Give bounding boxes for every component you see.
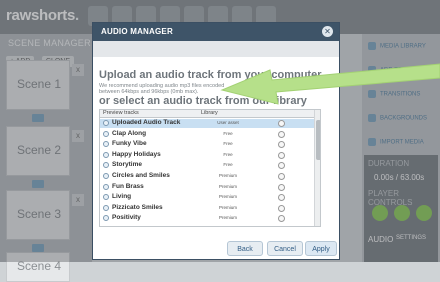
track-library: Free [223, 141, 233, 147]
track-library: Premium [218, 183, 237, 189]
track-radio[interactable] [103, 183, 109, 190]
track-row[interactable]: Funky Vibe Free [100, 140, 314, 149]
close-icon[interactable]: ✕ [322, 26, 333, 37]
track-radio[interactable] [103, 141, 109, 148]
track-row[interactable]: Positivity Premium [100, 214, 314, 223]
track-name: Happy Holidays [112, 150, 161, 158]
track-library: Premium [218, 173, 237, 178]
pointer-arrow-icon [220, 63, 440, 105]
track-name: Storytime [112, 161, 142, 169]
track-library: Free [223, 162, 233, 168]
track-name: Positivity [112, 214, 141, 222]
track-radio[interactable] [103, 194, 109, 201]
track-name: Pizzicato Smiles [112, 203, 163, 211]
preview-play-icon[interactable] [278, 173, 285, 180]
track-library: Free [223, 130, 233, 136]
track-radio[interactable] [103, 215, 109, 222]
track-row[interactable]: Living Premium [100, 193, 314, 202]
track-name: Uploaded Audio Track [112, 119, 181, 126]
track-radio[interactable] [103, 173, 109, 179]
track-row[interactable]: Happy Holidays Free [100, 151, 314, 160]
track-row[interactable]: Uploaded Audio Track User asset [100, 119, 314, 128]
preview-play-icon[interactable] [278, 204, 285, 212]
track-library: Premium [218, 215, 237, 221]
track-row[interactable]: Pizzicato Smiles Premium [100, 204, 314, 213]
track-row[interactable]: Fun Brass Premium [100, 183, 314, 192]
track-library: Free [223, 151, 233, 157]
preview-play-icon[interactable] [278, 215, 285, 223]
track-name: Circles and Smiles [112, 172, 170, 179]
track-radio[interactable] [103, 120, 109, 126]
track-library: Premium [218, 194, 237, 200]
track-name: Fun Brass [112, 182, 144, 190]
track-name: Living [112, 193, 132, 201]
scrollbar[interactable] [314, 110, 320, 226]
dialog-header: AUDIO MANAGER ✕ [93, 23, 339, 41]
track-radio[interactable] [103, 130, 109, 137]
preview-play-icon[interactable] [278, 120, 285, 127]
track-row[interactable]: Storytime Free [100, 161, 314, 170]
preview-play-icon[interactable] [278, 194, 285, 202]
preview-play-icon[interactable] [278, 151, 285, 159]
track-radio[interactable] [103, 151, 109, 158]
track-library: User asset [217, 120, 239, 125]
column-header-tracks: Preview tracks [100, 110, 198, 118]
cancel-button[interactable]: Cancel [267, 241, 303, 256]
track-name: Funky Vibe [112, 140, 147, 148]
preview-play-icon[interactable] [278, 130, 285, 138]
apply-button[interactable]: Apply [305, 241, 337, 256]
preview-play-icon[interactable] [278, 162, 285, 170]
track-name: Clap Along [112, 129, 147, 137]
preview-play-icon[interactable] [278, 183, 285, 191]
preview-play-icon[interactable] [278, 141, 285, 149]
track-row[interactable]: Clap Along Free [100, 130, 314, 139]
track-radio[interactable] [103, 204, 109, 211]
dialog-title: AUDIO MANAGER [101, 27, 173, 36]
back-button[interactable]: Back [227, 241, 263, 256]
scrollbar-thumb[interactable] [316, 120, 320, 160]
track-list: Preview tracks Library Uploaded Audio Tr… [99, 109, 321, 227]
track-row[interactable]: Circles and Smiles Premium [100, 172, 314, 181]
track-library: Premium [218, 204, 237, 210]
track-radio[interactable] [103, 162, 109, 169]
dialog-subheader [93, 41, 339, 57]
